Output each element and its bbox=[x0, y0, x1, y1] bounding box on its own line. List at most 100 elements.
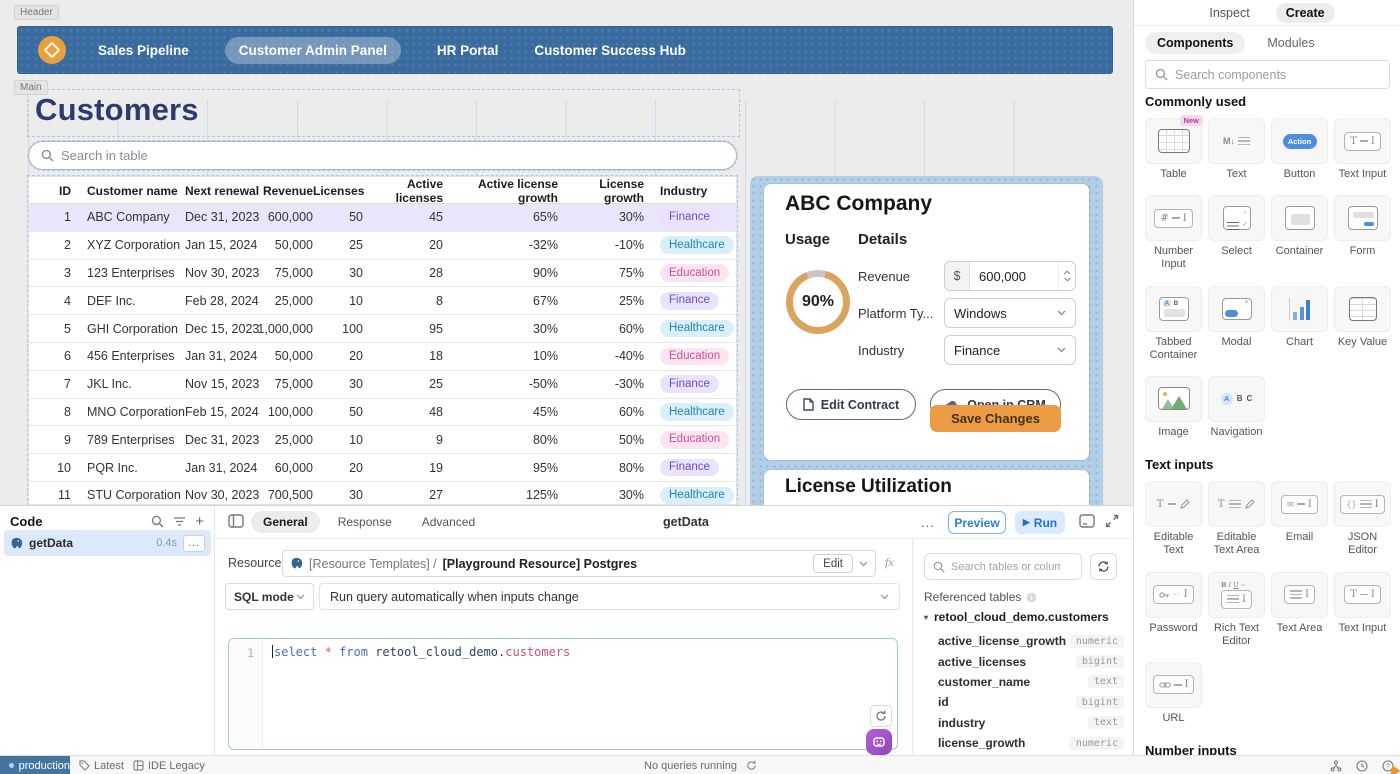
history-clock-icon[interactable] bbox=[1356, 760, 1368, 772]
component-item-chart[interactable]: Chart bbox=[1271, 286, 1328, 362]
expand-icon[interactable] bbox=[1105, 514, 1119, 528]
editor-tab-response[interactable]: Response bbox=[326, 511, 404, 533]
header-tab-sales-pipeline[interactable]: Sales Pipeline bbox=[98, 43, 189, 58]
run-button[interactable]: ▶ Run bbox=[1015, 511, 1065, 534]
table-row[interactable]: 7JKL Inc.Nov 15, 202375,0003025-50%-30%F… bbox=[29, 371, 736, 399]
component-item-image[interactable]: Image bbox=[1145, 376, 1202, 439]
panel-bottom-icon[interactable] bbox=[1079, 514, 1095, 528]
filter-icon[interactable] bbox=[173, 516, 186, 527]
table-row[interactable]: 9789 EnterprisesDec 31, 202325,00010980%… bbox=[29, 426, 736, 454]
ai-assistant-icon[interactable] bbox=[866, 729, 892, 755]
environment-badge[interactable]: production bbox=[0, 756, 70, 774]
save-changes-button[interactable]: Save Changes bbox=[930, 405, 1061, 432]
component-item-container[interactable]: Container bbox=[1271, 195, 1328, 271]
tab-components[interactable]: Components bbox=[1145, 32, 1245, 54]
ide-legacy-toggle[interactable]: IDE Legacy bbox=[133, 756, 205, 774]
component-item-email[interactable]: ✉IEmail bbox=[1271, 481, 1328, 557]
schema-column-row[interactable]: industrytext bbox=[938, 713, 1124, 733]
column-header[interactable]: Active licenses bbox=[363, 177, 443, 205]
collapse-triangle-icon[interactable]: ▾ bbox=[924, 613, 928, 622]
table-row[interactable]: 11STU CorporationNov 30, 2023700,5003027… bbox=[29, 482, 736, 505]
component-item-tabbed-container[interactable]: ABTabbed Container bbox=[1145, 286, 1202, 362]
schema-column-row[interactable]: active_license_growthnumeric bbox=[938, 631, 1124, 651]
component-item-rich-text-editor[interactable]: B I U ~IRich Text Editor bbox=[1208, 572, 1265, 648]
tab-create[interactable]: Create bbox=[1276, 3, 1335, 23]
fx-icon[interactable]: fx bbox=[885, 555, 894, 570]
components-search-field[interactable] bbox=[1175, 68, 1380, 82]
sql-code-line[interactable]: select * from retool_cloud_demo.customer… bbox=[263, 639, 897, 749]
table-search-field[interactable] bbox=[61, 148, 724, 163]
schema-column-row[interactable]: license_growthnumeric bbox=[938, 733, 1124, 753]
component-item-button[interactable]: ActionButton bbox=[1271, 118, 1328, 181]
column-header[interactable]: Licenses bbox=[313, 184, 363, 198]
refresh-icon[interactable] bbox=[870, 705, 892, 727]
column-header[interactable]: Customer name bbox=[71, 184, 171, 198]
column-header[interactable]: Industry bbox=[644, 184, 722, 198]
column-header[interactable]: Revenue bbox=[255, 184, 313, 198]
header-tab-customer-success-hub[interactable]: Customer Success Hub bbox=[534, 43, 686, 58]
column-header[interactable]: ID bbox=[41, 184, 71, 198]
run-behavior-select[interactable]: Run query automatically when inputs chan… bbox=[319, 583, 900, 610]
resource-edit-button[interactable]: Edit bbox=[813, 554, 853, 573]
table-row[interactable]: 10PQR Inc.Jan 31, 202460,000201995%80%Fi… bbox=[29, 454, 736, 482]
version-selector[interactable]: Latest bbox=[79, 756, 124, 774]
tab-inspect[interactable]: Inspect bbox=[1199, 3, 1259, 23]
editor-tab-general[interactable]: General bbox=[251, 511, 320, 533]
plus-icon[interactable]: + bbox=[195, 514, 204, 529]
column-header[interactable]: Active license growth bbox=[443, 177, 558, 205]
component-item-password[interactable]: ··IPassword bbox=[1145, 572, 1202, 648]
refresh-icon[interactable] bbox=[746, 760, 757, 771]
table-row[interactable]: 4DEF Inc.Feb 28, 202425,00010867%25%Fina… bbox=[29, 287, 736, 315]
schema-column-row[interactable]: active_licensesbigint bbox=[938, 651, 1124, 671]
component-item-editable-text[interactable]: T Editable Text bbox=[1145, 481, 1202, 557]
header-tab-hr-portal[interactable]: HR Portal bbox=[437, 43, 499, 58]
revenue-number-input[interactable]: $600,000 bbox=[944, 261, 1076, 291]
tab-modules[interactable]: Modules bbox=[1255, 32, 1326, 54]
component-item-text-input[interactable]: TIText Input bbox=[1334, 572, 1391, 648]
schema-search-field[interactable] bbox=[951, 561, 1061, 573]
platform-ty--select[interactable]: Windows bbox=[944, 298, 1076, 328]
edit-contract-button[interactable]: Edit Contract bbox=[786, 389, 916, 420]
component-item-json-editor[interactable]: {}IJSON Editor bbox=[1334, 481, 1391, 557]
industry-select[interactable]: Finance bbox=[944, 335, 1076, 365]
component-item-text-input[interactable]: TIText Input bbox=[1334, 118, 1391, 181]
component-item-url[interactable]: IURL bbox=[1145, 662, 1202, 725]
number-stepper[interactable] bbox=[1058, 262, 1075, 290]
schema-column-row[interactable]: idbigint bbox=[938, 692, 1124, 712]
component-item-table[interactable]: NewTable bbox=[1145, 118, 1202, 181]
query-mode-select[interactable]: SQL mode bbox=[225, 583, 314, 610]
preview-button[interactable]: Preview bbox=[948, 511, 1006, 534]
header-tab-customer-admin-panel[interactable]: Customer Admin Panel bbox=[225, 37, 401, 64]
component-item-key-value[interactable]: Key Value bbox=[1334, 286, 1391, 362]
component-item-form[interactable]: Form bbox=[1334, 195, 1391, 271]
search-icon[interactable] bbox=[151, 515, 164, 528]
query-list-item-getdata[interactable]: getData 0.4s ... bbox=[4, 530, 211, 556]
table-row[interactable]: 3123 EnterprisesNov 30, 202375,000302890… bbox=[29, 260, 736, 288]
component-item-editable-text-area[interactable]: T Editable Text Area bbox=[1208, 481, 1265, 557]
schema-column-row[interactable]: customer_nametext bbox=[938, 672, 1124, 692]
customers-table[interactable]: IDCustomer nameNext renewalRevenueLicens… bbox=[28, 176, 737, 505]
table-search-input[interactable] bbox=[28, 141, 737, 170]
table-row[interactable]: 8MNO CorporationFeb 15, 2024100,00050484… bbox=[29, 399, 736, 427]
component-item-modal[interactable]: ×Modal bbox=[1208, 286, 1265, 362]
sync-icon[interactable] bbox=[1090, 553, 1117, 580]
panel-toggle-icon[interactable] bbox=[228, 514, 244, 528]
column-header[interactable]: License growth bbox=[558, 177, 644, 205]
schema-table-row[interactable]: ▾ retool_cloud_demo.customers bbox=[924, 610, 1109, 624]
component-item-navigation[interactable]: ABCNavigation bbox=[1208, 376, 1265, 439]
query-more-button[interactable]: ... bbox=[183, 535, 205, 552]
table-row[interactable]: 5GHI CorporationDec 15, 20231,000,000100… bbox=[29, 315, 736, 343]
table-row[interactable]: 2XYZ CorporationJan 15, 202450,0002520-3… bbox=[29, 232, 736, 260]
resource-select[interactable]: [Resource Templates] / [Playground Resou… bbox=[282, 550, 876, 577]
table-row[interactable]: 6456 EnterprisesJan 31, 202450,000201810… bbox=[29, 343, 736, 371]
schema-search-input[interactable] bbox=[924, 553, 1082, 580]
debug-tree-icon[interactable] bbox=[1330, 760, 1342, 772]
component-item-text[interactable]: M↓Text bbox=[1208, 118, 1265, 181]
component-item-number-input[interactable]: #INumber Input bbox=[1145, 195, 1202, 271]
more-icon[interactable]: ... bbox=[915, 512, 941, 533]
components-search-input[interactable] bbox=[1145, 60, 1390, 89]
editor-tab-advanced[interactable]: Advanced bbox=[410, 511, 487, 533]
component-item-select[interactable]: ⌄✓Select bbox=[1208, 195, 1265, 271]
sql-code-editor[interactable]: 1 select * from retool_cloud_demo.custom… bbox=[228, 638, 898, 750]
column-header[interactable]: Next renewal bbox=[171, 184, 255, 198]
